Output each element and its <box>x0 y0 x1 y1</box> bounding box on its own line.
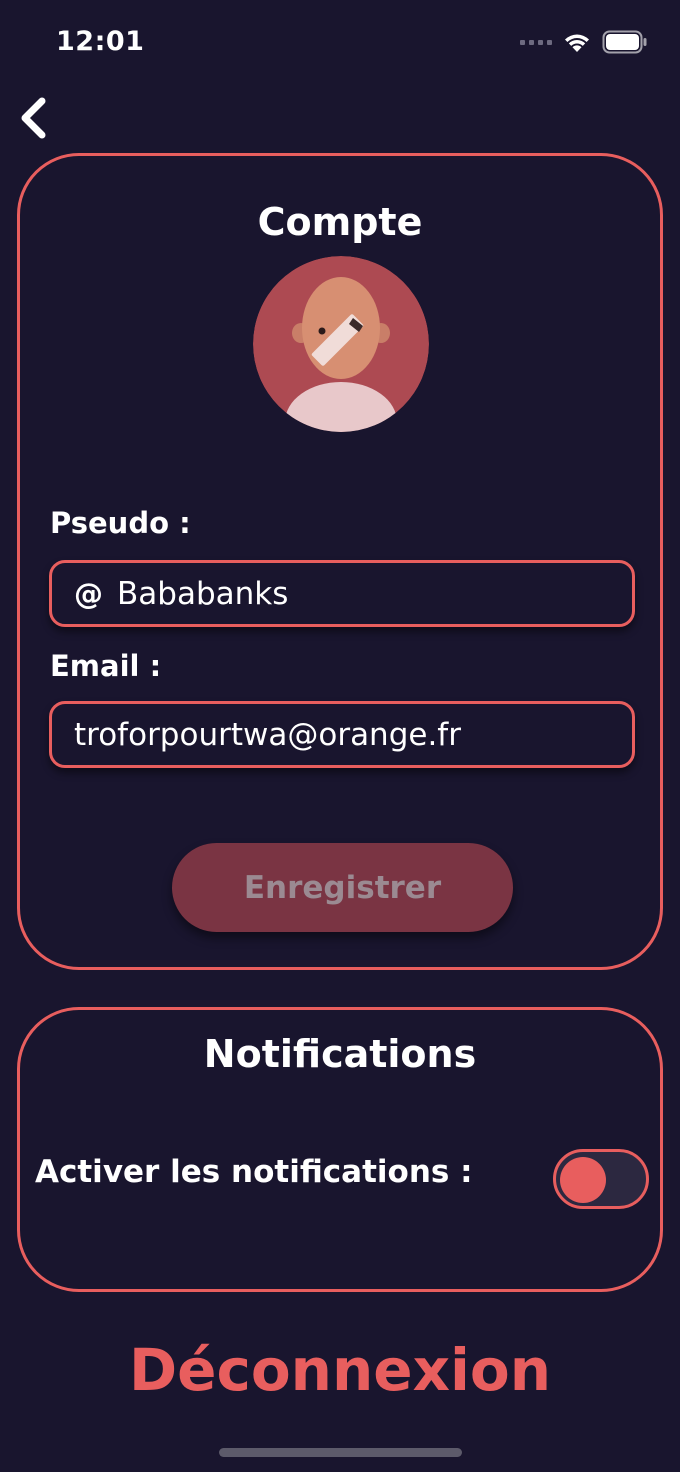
home-indicator[interactable] <box>219 1448 462 1457</box>
notifications-toggle[interactable] <box>553 1149 649 1209</box>
account-card: Compte Pseudo : @ Bababanks Email : trof… <box>17 153 663 970</box>
signal-icon <box>520 39 552 45</box>
status-icons <box>520 30 648 54</box>
wifi-icon <box>565 34 589 52</box>
email-label: Email : <box>50 649 162 683</box>
status-time: 12:01 <box>56 26 145 57</box>
at-prefix: @ <box>74 576 103 611</box>
pseudo-value: Bababanks <box>117 575 289 612</box>
notifications-card: Notifications Activer les notifications … <box>17 1007 663 1292</box>
account-settings-screen: 12:01 Compte Pseudo: @ Bababanks Email … <box>0 0 680 1472</box>
toggle-knob <box>560 1157 606 1203</box>
email-value: troforpourtwa@orange.fr <box>74 716 461 753</box>
logout-button[interactable]: Déconnexion <box>0 1336 680 1404</box>
pseudo-label: Pseudo : <box>50 506 191 540</box>
notifications-toggle-label: Activer les notifications : <box>35 1154 473 1190</box>
battery-icon <box>602 30 647 54</box>
save-button[interactable]: Enregistrer <box>172 843 513 932</box>
avatar[interactable] <box>253 256 429 432</box>
email-field[interactable]: troforpourtwa@orange.fr <box>49 701 635 768</box>
back-chevron-icon[interactable] <box>16 96 50 140</box>
pseudo-field[interactable]: @ Bababanks <box>49 560 635 627</box>
account-title: Compte <box>257 200 423 244</box>
notifications-title: Notifications <box>203 1032 477 1076</box>
